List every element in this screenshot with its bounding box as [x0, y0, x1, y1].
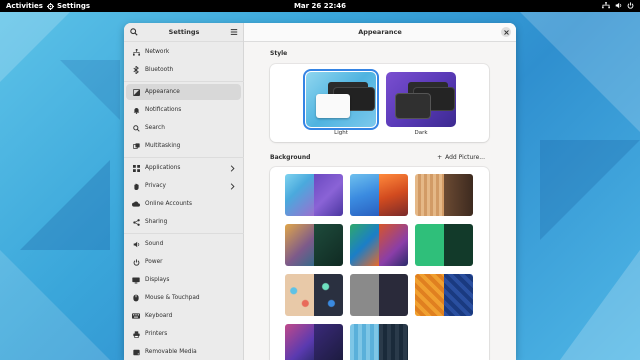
sidebar-item-label: Applications	[145, 165, 181, 171]
background-thumbnail[interactable]	[350, 224, 408, 266]
hand-icon	[133, 183, 139, 190]
sidebar-item-label: Network	[145, 49, 170, 55]
applications-icon	[132, 164, 140, 172]
sidebar-item-sound[interactable]: Sound	[126, 236, 241, 252]
sidebar-item-notifications[interactable]: Notifications	[126, 102, 241, 118]
chevron-right-icon	[230, 182, 235, 190]
sidebar-item-label: Search	[145, 125, 165, 131]
bluetooth-icon	[133, 66, 139, 74]
power-icon	[627, 2, 634, 9]
sidebar-item-sharing[interactable]: Sharing	[126, 214, 241, 230]
display-icon	[132, 277, 140, 283]
cloud-icon	[132, 201, 140, 207]
sidebar-item-bluetooth[interactable]: Bluetooth	[126, 62, 241, 78]
sidebar-item-label: Sound	[145, 241, 164, 247]
printer-icon	[132, 330, 140, 338]
background-thumbnail[interactable]	[415, 174, 473, 216]
background-thumbnail[interactable]	[415, 224, 473, 266]
chevron-right-icon	[230, 164, 235, 172]
sidebar-item-appearance[interactable]: Appearance	[126, 84, 241, 100]
speaker-icon	[133, 241, 139, 247]
main-panel: Appearance Style Light Dark Background +	[244, 23, 516, 360]
bell-icon	[133, 107, 139, 114]
appearance-icon	[132, 88, 140, 96]
sidebar-item-multitasking[interactable]: Multitasking	[126, 138, 241, 154]
volume-icon	[615, 2, 622, 9]
style-section-title: Style	[270, 50, 288, 57]
sidebar-item-keyboard[interactable]: Keyboard	[126, 308, 241, 324]
background-thumbnail[interactable]	[285, 174, 343, 216]
style-dark-option[interactable]	[386, 72, 456, 127]
gear-icon	[47, 2, 54, 10]
background-thumbnail[interactable]	[350, 174, 408, 216]
style-dark-label: Dark	[414, 130, 428, 136]
network-wired-icon	[602, 2, 610, 9]
hamburger-menu-icon[interactable]	[230, 28, 238, 36]
sidebar-item-label: Displays	[145, 277, 170, 283]
background-thumbnail[interactable]	[285, 224, 343, 266]
sidebar-item-label: Mouse & Touchpad	[145, 295, 200, 301]
top-bar: Activities Settings Mar 26 22:46	[0, 0, 640, 12]
add-picture-button[interactable]: + Add Picture...	[437, 154, 485, 161]
clock[interactable]: Mar 26 22:46	[294, 2, 346, 10]
system-tray[interactable]	[602, 2, 634, 9]
style-light-label: Light	[334, 130, 348, 136]
sidebar-item-search[interactable]: Search	[126, 120, 241, 136]
background-thumbnail[interactable]	[415, 274, 473, 316]
sidebar-item-displays[interactable]: Displays	[126, 272, 241, 288]
sidebar-item-mouse-touchpad[interactable]: Mouse & Touchpad	[126, 290, 241, 306]
style-card: Light Dark	[270, 64, 489, 142]
sidebar-item-label: Notifications	[145, 107, 182, 113]
sidebar-item-label: Power	[145, 259, 163, 265]
plus-icon: +	[437, 154, 443, 161]
sidebar-header: Settings	[124, 23, 243, 42]
sidebar-item-applications[interactable]: Applications	[126, 160, 241, 176]
multitasking-icon	[132, 142, 140, 149]
close-button[interactable]	[501, 27, 511, 37]
sidebar-item-label: Removable Media	[145, 349, 197, 355]
app-menu-label: Settings	[57, 2, 91, 10]
mouse-icon	[133, 294, 139, 302]
sidebar-item-label: Sharing	[145, 219, 168, 225]
sidebar-item-network[interactable]: Network	[126, 44, 241, 60]
share-icon	[132, 218, 140, 226]
background-thumbnail[interactable]	[285, 324, 343, 360]
sidebar-item-label: Printers	[145, 331, 168, 337]
activities-button[interactable]: Activities	[6, 2, 43, 10]
sidebar-item-label: Privacy	[145, 183, 166, 189]
sidebar-item-power[interactable]: Power	[126, 254, 241, 270]
background-thumbnail[interactable]	[350, 324, 408, 360]
add-picture-label: Add Picture...	[445, 154, 485, 161]
style-light-option[interactable]	[303, 69, 379, 130]
background-thumbnail[interactable]	[350, 274, 408, 316]
main-header: Appearance	[244, 23, 516, 42]
sidebar-item-online-accounts[interactable]: Online Accounts	[126, 196, 241, 212]
background-section-title: Background	[270, 154, 311, 161]
sidebar-item-label: Online Accounts	[145, 201, 192, 207]
sidebar-item-label: Appearance	[145, 89, 180, 95]
sidebar: Settings Network Bluetooth Appearance No…	[124, 23, 244, 360]
close-icon	[503, 29, 509, 35]
keyboard-icon	[132, 313, 140, 319]
media-icon	[132, 349, 140, 355]
background-card	[270, 167, 489, 360]
sidebar-item-label: Keyboard	[145, 313, 173, 319]
search-icon	[132, 124, 140, 132]
sidebar-item-label: Bluetooth	[145, 67, 174, 73]
sidebar-item-removable-media[interactable]: Removable Media	[126, 344, 241, 360]
background-thumbnail[interactable]	[285, 274, 343, 316]
page-title: Appearance	[358, 28, 402, 36]
settings-window: Settings Network Bluetooth Appearance No…	[124, 23, 516, 360]
sidebar-item-printers[interactable]: Printers	[126, 326, 241, 342]
network-icon	[132, 48, 140, 56]
sidebar-item-label: Multitasking	[145, 143, 181, 149]
power-icon	[133, 258, 139, 266]
sidebar-title: Settings	[168, 28, 200, 36]
sidebar-item-privacy[interactable]: Privacy	[126, 178, 241, 194]
app-menu[interactable]: Settings	[47, 2, 90, 10]
